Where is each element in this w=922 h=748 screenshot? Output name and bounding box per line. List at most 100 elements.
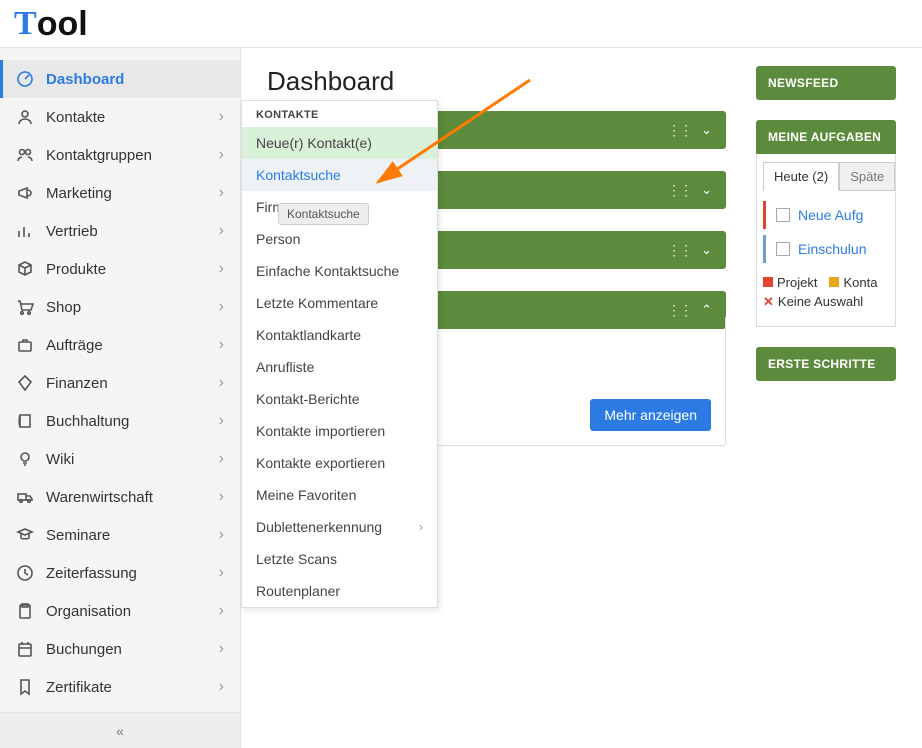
checkbox-icon[interactable] — [776, 242, 790, 256]
submenu-item-label: Kontaktsuche — [256, 167, 341, 183]
kontakte-submenu: KONTAKTE Neue(r) Kontakt(e)KontaktsucheF… — [241, 100, 438, 608]
task-item[interactable]: Neue Aufg — [776, 201, 889, 229]
chevron-right-icon: › — [219, 374, 224, 392]
clipboard-icon — [16, 602, 40, 620]
sidebar-item-shop[interactable]: Shop› — [0, 288, 240, 326]
newsfeed-panel[interactable]: NEWSFEED — [756, 66, 896, 100]
chevron-right-icon: › — [219, 222, 224, 240]
sidebar-item-vertrieb[interactable]: Vertrieb› — [0, 212, 240, 250]
submenu-item[interactable]: Letzte Kommentare — [242, 287, 437, 319]
briefcase-icon — [16, 336, 40, 354]
submenu-item[interactable]: Kontaktsuche — [242, 159, 437, 191]
submenu-item-label: Routenplaner — [256, 583, 340, 599]
submenu-item[interactable]: Routenplaner — [242, 575, 437, 607]
sidebar-item-zertifikate[interactable]: Zertifikate› — [0, 668, 240, 706]
submenu-item[interactable]: Letzte Scans — [242, 543, 437, 575]
submenu-item[interactable]: Einfache Kontaktsuche — [242, 255, 437, 287]
sidebar-item-wiki[interactable]: Wiki› — [0, 440, 240, 478]
chevron-right-icon: › — [219, 146, 224, 164]
sidebar-item-label: Kontaktgruppen — [46, 147, 219, 164]
truck-icon — [16, 488, 40, 506]
sidebar-item-finanzen[interactable]: Finanzen› — [0, 364, 240, 402]
sidebar-item-organisation[interactable]: Organisation› — [0, 592, 240, 630]
sidebar-item-label: Warenwirtschaft — [46, 489, 219, 506]
megaphone-icon — [16, 184, 40, 202]
sidebar-item-label: Wiki — [46, 451, 219, 468]
submenu-item-label: Neue(r) Kontakt(e) — [256, 135, 372, 151]
sidebar-item-label: Organisation — [46, 603, 219, 620]
sidebar-item-label: Aufträge — [46, 337, 219, 354]
task-link[interactable]: Neue Aufg — [798, 207, 863, 223]
sidebar-item-aufträge[interactable]: Aufträge› — [0, 326, 240, 364]
clock-icon — [16, 564, 40, 582]
submenu-item[interactable]: Neue(r) Kontakt(e) — [242, 127, 437, 159]
sidebar-collapse-button[interactable]: « — [0, 712, 240, 748]
chevron-down-icon: ⌄ — [701, 182, 712, 198]
tab-later[interactable]: Späte — [839, 162, 895, 191]
chevron-right-icon: › — [219, 488, 224, 506]
submenu-header: KONTAKTE — [242, 101, 437, 127]
submenu-item[interactable]: Anrufliste — [242, 351, 437, 383]
task-link[interactable]: Einschulun — [798, 241, 867, 257]
sidebar: DashboardKontakte›Kontaktgruppen›Marketi… — [0, 48, 241, 748]
submenu-item[interactable]: Dublettenerkennung› — [242, 511, 437, 543]
calendar-icon — [16, 640, 40, 658]
chevron-down-icon: ⌄ — [701, 122, 712, 138]
sidebar-item-marketing[interactable]: Marketing› — [0, 174, 240, 212]
bookmark-icon — [16, 678, 40, 696]
submenu-item-label: Person — [256, 231, 300, 247]
sidebar-item-label: Buchungen — [46, 641, 219, 658]
logo-rest: ool — [37, 7, 88, 41]
task-item[interactable]: Einschulun — [776, 235, 889, 263]
sidebar-item-kontakte[interactable]: Kontakte› — [0, 98, 240, 136]
sidebar-item-dashboard[interactable]: Dashboard — [0, 60, 240, 98]
sidebar-item-label: Dashboard — [46, 71, 224, 88]
sidebar-item-produkte[interactable]: Produkte› — [0, 250, 240, 288]
submenu-item-label: Letzte Scans — [256, 551, 337, 567]
chevron-right-icon: › — [219, 260, 224, 278]
cart-icon — [16, 298, 40, 316]
chevron-right-icon: › — [219, 640, 224, 658]
chevron-right-icon: › — [219, 564, 224, 582]
users-icon — [16, 146, 40, 164]
legend-projekt: Projekt — [777, 275, 817, 290]
sidebar-item-label: Buchhaltung — [46, 413, 219, 430]
checkbox-icon[interactable] — [776, 208, 790, 222]
submenu-item[interactable]: Meine Favoriten — [242, 479, 437, 511]
sidebar-item-buchungen[interactable]: Buchungen› — [0, 630, 240, 668]
sidebar-item-zeiterfassung[interactable]: Zeiterfassung› — [0, 554, 240, 592]
chevron-right-icon: › — [219, 336, 224, 354]
first-steps-panel[interactable]: ERSTE SCHRITTE — [756, 347, 896, 381]
dashboard-icon — [16, 70, 40, 88]
chevron-down-icon: ⌄ — [701, 242, 712, 258]
sidebar-item-kontaktgruppen[interactable]: Kontaktgruppen› — [0, 136, 240, 174]
sidebar-item-buchhaltung[interactable]: Buchhaltung› — [0, 402, 240, 440]
logo-first: T — [14, 7, 37, 41]
chevron-right-icon: › — [219, 298, 224, 316]
sidebar-item-label: Seminare — [46, 527, 219, 544]
chevron-right-icon: › — [219, 108, 224, 126]
submenu-item-label: Kontaktlandkarte — [256, 327, 361, 343]
tooltip: Kontaktsuche — [278, 203, 369, 225]
sidebar-item-seminare[interactable]: Seminare› — [0, 516, 240, 554]
show-more-button[interactable]: Mehr anzeigen — [590, 399, 711, 431]
tasks-panel-header[interactable]: MEINE AUFGABEN — [756, 120, 896, 154]
chevron-right-icon: › — [219, 678, 224, 696]
sidebar-item-warenwirtschaft[interactable]: Warenwirtschaft› — [0, 478, 240, 516]
submenu-item[interactable]: Kontaktlandkarte — [242, 319, 437, 351]
submenu-item[interactable]: Person — [242, 223, 437, 255]
submenu-item[interactable]: Kontakte importieren — [242, 415, 437, 447]
grad-icon — [16, 526, 40, 544]
legend: Projekt Konta ✕Keine Auswahl — [763, 275, 889, 310]
chevron-right-icon: › — [219, 184, 224, 202]
submenu-item[interactable]: Kontakte exportieren — [242, 447, 437, 479]
cube-icon — [16, 260, 40, 278]
chevron-up-icon: ⌃ — [701, 302, 712, 318]
sidebar-item-label: Marketing — [46, 185, 219, 202]
submenu-item[interactable]: Kontakt-Berichte — [242, 383, 437, 415]
legend-konta: Konta — [843, 275, 877, 290]
sidebar-item-label: Zertifikate — [46, 679, 219, 696]
chart-icon — [16, 222, 40, 240]
tab-today[interactable]: Heute (2) — [763, 162, 839, 191]
sidebar-item-label: Kontakte — [46, 109, 219, 126]
